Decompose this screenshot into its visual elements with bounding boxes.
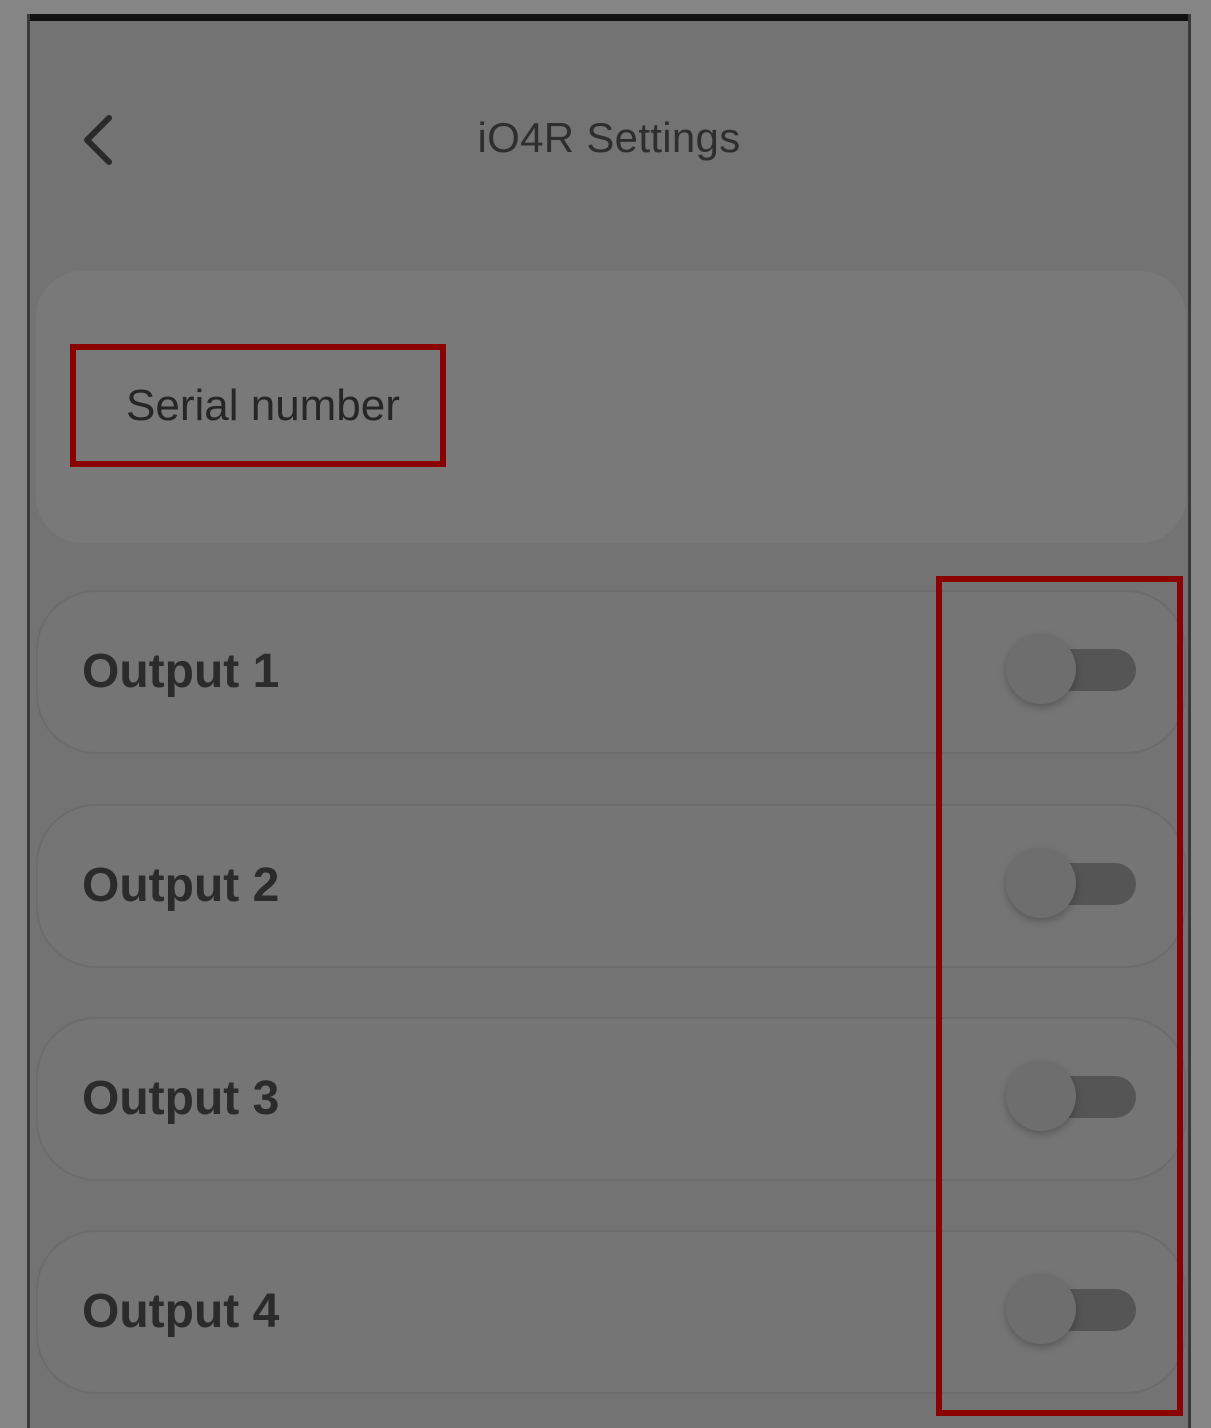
output-label: Output 2 — [82, 859, 280, 912]
device-frame: iO4R Settings Serial number Output 1 Out… — [0, 0, 1211, 1428]
output-label: Output 1 — [82, 645, 280, 698]
status-bar — [30, 14, 1188, 21]
output-label: Output 4 — [82, 1285, 280, 1338]
output-label: Output 3 — [82, 1072, 280, 1125]
page-title: iO4R Settings — [477, 114, 741, 161]
serial-number-highlight-box — [70, 344, 446, 467]
app-screen: iO4R Settings Serial number Output 1 Out… — [27, 14, 1191, 1428]
toggles-highlight-box — [936, 576, 1183, 1416]
header: iO4R Settings — [30, 74, 1188, 214]
